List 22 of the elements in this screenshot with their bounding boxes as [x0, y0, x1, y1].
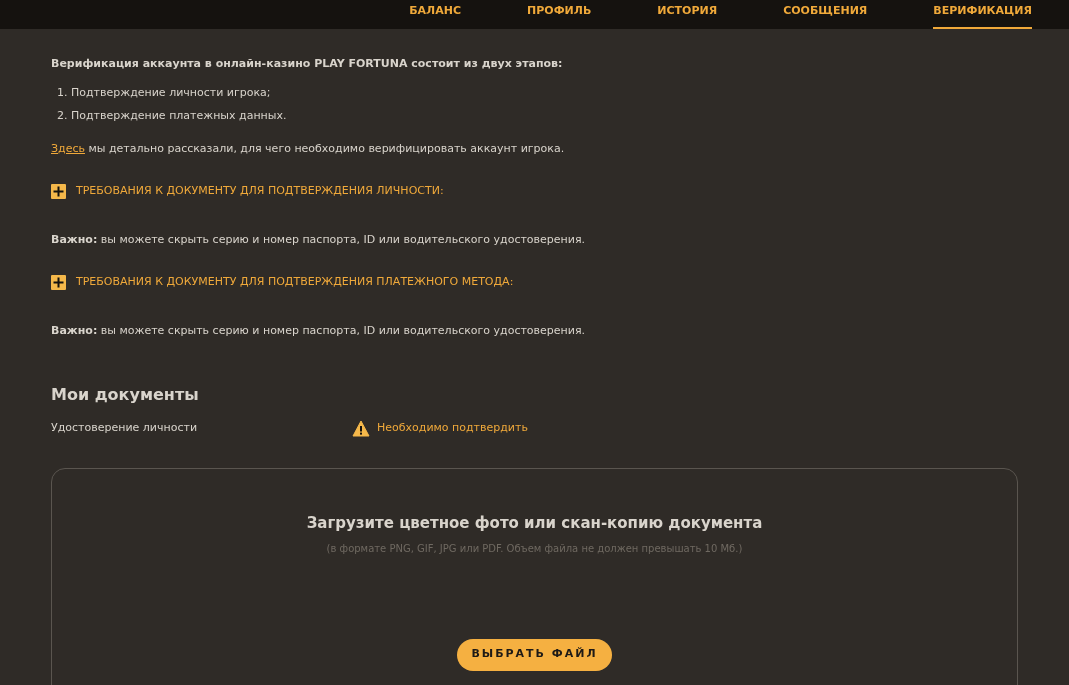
- documents-heading: Мои документы: [51, 384, 200, 405]
- info-text: Здесь мы детально рассказали, для чего необходимо верифицировать аккаунт игрока.: [51, 141, 566, 157]
- upload-title: Загрузите цветное фото или скан-копию документа: [306, 513, 763, 534]
- accordion-header[interactable]: ТРЕБОВАНИЯ К ДОКУМЕНТУ ДЛЯ ПОДТВЕРЖДЕНИЯ ЛИЧНОСТИ:: [51, 182, 1018, 200]
- accordion-header[interactable]: ТРЕБОВАНИЯ К ДОКУМЕНТУ ДЛЯ ПОДТВЕРЖДЕНИЯ ПЛАТЕЖНОГО МЕТОДА:: [51, 273, 1018, 291]
- note-text: Важно: вы можете скрыть серию и номер паспорта, ID или водительского удостоверения.: [51, 323, 587, 339]
- choose-file-button[interactable]: ВЫБРАТЬ ФАЙЛ: [457, 638, 612, 671]
- intro-text: Верификация аккаунта в онлайн-казино PLAY FORTUNA состоит из двух этапов:: [51, 56, 564, 72]
- warning-icon: [352, 419, 370, 437]
- nav-tab[interactable]: СООБЩЕНИЯ: [783, 0, 868, 29]
- step-item: 2. Подтверждение платежных данных.: [57, 108, 288, 124]
- nav-tab[interactable]: ПРОФИЛЬ: [527, 0, 592, 29]
- note-text: Важно: вы можете скрыть серию и номер паспорта, ID или водительского удостоверения.: [51, 232, 587, 248]
- step-item: 1. Подтверждение личности игрока;: [57, 85, 272, 101]
- nav-tab[interactable]: ВЕРИФИКАЦИЯ: [933, 0, 1032, 29]
- document-name: Удостоверение личности: [51, 419, 199, 436]
- nav-tab[interactable]: БАЛАНС: [409, 0, 462, 29]
- nav-tab[interactable]: ИСТОРИЯ: [657, 0, 718, 29]
- plus-icon: [51, 183, 66, 199]
- document-status: Необходимо подтвердить: [377, 419, 528, 436]
- plus-icon: [51, 274, 66, 290]
- info-link[interactable]: Здесь: [51, 142, 85, 155]
